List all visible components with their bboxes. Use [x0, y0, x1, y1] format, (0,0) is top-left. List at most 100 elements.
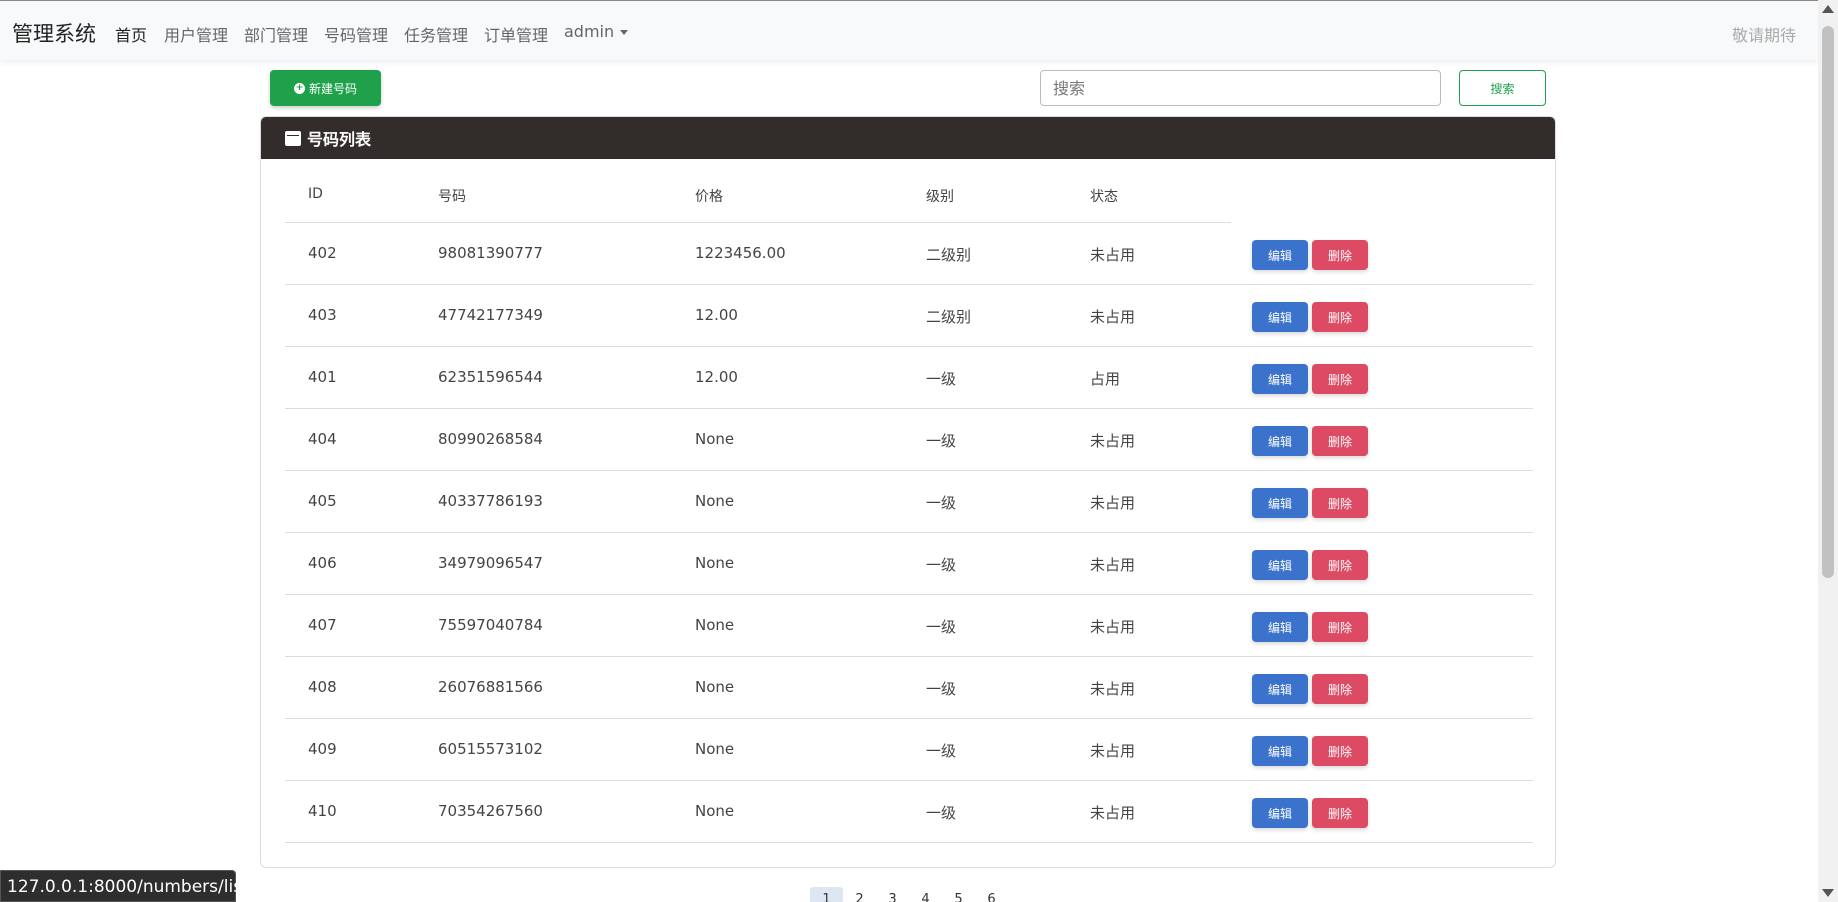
panel-title: 号码列表 [307, 130, 372, 149]
cell-level: 一级 [926, 804, 957, 822]
page-link-4[interactable]: 4 [909, 887, 942, 902]
edit-button[interactable]: 编辑 [1252, 302, 1308, 332]
edit-button[interactable]: 编辑 [1252, 612, 1308, 642]
cell-id: 402 [308, 244, 337, 262]
cell-price: None [695, 492, 735, 510]
number-list-panel: 号码列表 ID 号码 价格 级别 状态 402 98081390777 1223… [260, 116, 1556, 868]
cell-status: 未占用 [1090, 804, 1136, 822]
plus-circle-icon: + [293, 82, 305, 94]
scroll-thumb[interactable] [1822, 26, 1834, 578]
table-row: 403 47742177349 12.00 二级别 未占用 编辑 删除 [285, 285, 1533, 347]
scroll-down-arrow-icon[interactable] [1822, 889, 1834, 897]
cell-number: 75597040784 [438, 616, 543, 634]
header-price: 价格 [695, 189, 723, 205]
cell-id: 406 [308, 554, 337, 572]
delete-button[interactable]: 删除 [1312, 798, 1368, 828]
cell-level: 一级 [926, 494, 957, 512]
page-link-2[interactable]: 2 [843, 887, 876, 902]
page-link-1[interactable]: 1 [810, 887, 843, 902]
brand[interactable]: 管理系统 [12, 18, 96, 48]
cell-id: 409 [308, 740, 337, 758]
nav-item-users[interactable]: 用户管理 [164, 22, 228, 46]
cell-price: None [695, 430, 735, 448]
delete-button[interactable]: 删除 [1312, 426, 1368, 456]
cell-status: 未占用 [1090, 308, 1136, 326]
cell-number: 34979096547 [438, 554, 543, 572]
cell-price: None [695, 616, 735, 634]
cell-level: 一级 [926, 618, 957, 636]
delete-button[interactable]: 删除 [1312, 550, 1368, 580]
navbar: 管理系统 首页 用户管理 部门管理 号码管理 任务管理 订单管理 admin 敬… [0, 0, 1818, 60]
cell-price: 12.00 [695, 306, 738, 324]
cell-level: 一级 [926, 742, 957, 760]
edit-button[interactable]: 编辑 [1252, 798, 1308, 828]
page-link-5[interactable]: 5 [942, 887, 975, 902]
table-row: 401 62351596544 12.00 一级 占用 编辑 删除 [285, 347, 1533, 409]
cell-level: 一级 [926, 680, 957, 698]
delete-button[interactable]: 删除 [1312, 736, 1368, 766]
delete-button[interactable]: 删除 [1312, 674, 1368, 704]
cell-price: None [695, 678, 735, 696]
new-number-label: 新建号码 [308, 81, 357, 96]
cell-id: 405 [308, 492, 337, 510]
cell-number: 60515573102 [438, 740, 543, 758]
edit-button[interactable]: 编辑 [1252, 488, 1308, 518]
cell-level: 一级 [926, 370, 957, 388]
delete-button[interactable]: 删除 [1312, 364, 1368, 394]
nav-item-tasks[interactable]: 任务管理 [404, 22, 468, 46]
table-row: 404 80990268584 None 一级 未占用 编辑 删除 [285, 409, 1533, 471]
table-row: 402 98081390777 1223456.00 二级别 未占用 编辑 删除 [285, 223, 1533, 285]
nav-item-home[interactable]: 首页 [115, 22, 147, 46]
cell-id: 401 [308, 368, 337, 386]
delete-button[interactable]: 删除 [1312, 240, 1368, 270]
cell-level: 一级 [926, 556, 957, 574]
user-dropdown[interactable]: admin [564, 22, 629, 41]
edit-button[interactable]: 编辑 [1252, 736, 1308, 766]
nav-item-numbers[interactable]: 号码管理 [324, 22, 388, 46]
new-number-button[interactable]: + 新建号码 [270, 70, 381, 106]
list-icon [285, 130, 301, 146]
search-button[interactable]: 搜索 [1459, 70, 1546, 106]
page-link-3[interactable]: 3 [876, 887, 909, 902]
cell-number: 26076881566 [438, 678, 543, 696]
edit-button[interactable]: 编辑 [1252, 240, 1308, 270]
page-link-6[interactable]: 6 [975, 887, 1008, 902]
cell-price: 12.00 [695, 368, 738, 386]
table-row: 408 26076881566 None 一级 未占用 编辑 删除 [285, 657, 1533, 719]
header-id: ID [308, 186, 323, 202]
edit-button[interactable]: 编辑 [1252, 674, 1308, 704]
delete-button[interactable]: 删除 [1312, 488, 1368, 518]
cell-number: 80990268584 [438, 430, 543, 448]
header-number: 号码 [438, 189, 466, 205]
header-level: 级别 [926, 189, 954, 205]
search-input[interactable] [1040, 70, 1441, 106]
cell-level: 二级别 [926, 246, 972, 264]
header-status: 状态 [1090, 189, 1118, 205]
nav-right-text: 敬请期待 [1731, 26, 1796, 45]
delete-button[interactable]: 删除 [1312, 612, 1368, 642]
chevron-down-icon [620, 30, 629, 35]
cell-id: 408 [308, 678, 337, 696]
table-row: 409 60515573102 None 一级 未占用 编辑 删除 [285, 719, 1533, 781]
cell-id: 407 [308, 616, 337, 634]
edit-button[interactable]: 编辑 [1252, 364, 1308, 394]
panel-header: 号码列表 [261, 117, 1555, 159]
cell-status: 未占用 [1090, 432, 1136, 450]
cell-id: 404 [308, 430, 337, 448]
delete-button[interactable]: 删除 [1312, 302, 1368, 332]
edit-button[interactable]: 编辑 [1252, 426, 1308, 456]
edit-button[interactable]: 编辑 [1252, 550, 1308, 580]
nav-item-orders[interactable]: 订单管理 [484, 22, 548, 46]
cell-id: 403 [308, 306, 337, 324]
cell-price: None [695, 554, 735, 572]
nav-item-departments[interactable]: 部门管理 [244, 22, 308, 46]
page-scrollbar[interactable] [1818, 0, 1838, 902]
cell-price: 1223456.00 [695, 244, 786, 262]
cell-price: None [695, 740, 735, 758]
cell-status: 未占用 [1090, 556, 1136, 574]
pagination: 1 2 3 4 5 6 [810, 887, 1008, 902]
cell-number: 40337786193 [438, 492, 543, 510]
cell-level: 一级 [926, 432, 957, 450]
cell-status: 未占用 [1090, 680, 1136, 698]
scroll-up-arrow-icon[interactable] [1822, 5, 1834, 13]
